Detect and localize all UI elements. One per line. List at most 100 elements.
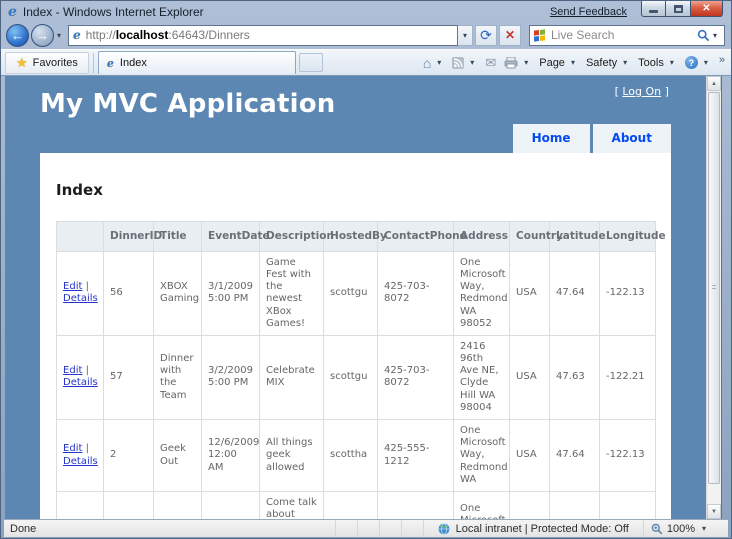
maximize-button[interactable]	[666, 1, 691, 17]
scroll-down-button[interactable]: ▼	[707, 504, 721, 519]
contact-phone-cell: 425-703-8072	[377, 334, 455, 421]
contact-phone-cell: 425-703-8072	[377, 250, 455, 336]
search-icon[interactable]	[697, 29, 710, 42]
send-feedback-link[interactable]: Send Feedback	[550, 6, 627, 18]
search-input[interactable]: Live Search ▾	[529, 24, 725, 46]
tab-index[interactable]: e Index	[97, 51, 296, 74]
edit-link[interactable]: Edit	[63, 443, 82, 454]
url-text: http://localhost:64643/Dinners	[85, 28, 250, 42]
column-header: ContactPhone	[377, 221, 467, 252]
country-cell: USA	[509, 250, 551, 336]
scrollbar-track[interactable]	[707, 91, 721, 504]
title-cell: Geek Out	[153, 419, 203, 492]
page-header: [ Log On ] My MVC Application Home About	[40, 76, 671, 153]
address-dropdown-button[interactable]: ▾	[458, 24, 473, 46]
history-dropdown-icon[interactable]: ▾	[57, 31, 61, 40]
log-on-link[interactable]: Log On	[622, 85, 661, 98]
live-search-logo-icon	[534, 28, 545, 42]
column-header: Title	[153, 221, 203, 252]
divider	[92, 52, 94, 73]
zoom-dropdown-icon[interactable]: ▾	[702, 524, 706, 533]
table-header-row: DinnerID Title EventDate Description Hos…	[56, 221, 666, 252]
read-mail-button[interactable]: ✉	[483, 54, 498, 71]
details-link[interactable]: Details	[63, 293, 98, 304]
feeds-button[interactable]: ▾	[450, 55, 479, 71]
tab-title: Index	[119, 57, 147, 69]
scroll-up-button[interactable]: ▲	[707, 76, 721, 91]
address-bar[interactable]: e http://localhost:64643/Dinners	[68, 24, 458, 46]
chevron-down-icon: ▾	[669, 58, 674, 67]
latitude-cell: 47.64	[549, 490, 601, 519]
page-menu-button[interactable]: Page ▾	[537, 55, 580, 71]
home-button[interactable]: ⌂ ▾	[421, 54, 446, 72]
table-row: Edit | Details 56 XBOX Gaming 3/1/2009 5…	[56, 250, 657, 336]
details-link[interactable]: Details	[63, 456, 98, 467]
chevron-down-icon: ▾	[524, 58, 529, 67]
minimize-button[interactable]	[641, 1, 666, 17]
toolbar-overflow-icon[interactable]: »	[719, 54, 725, 66]
url-host: localhost	[115, 28, 169, 42]
site-menu: Home About	[512, 124, 671, 153]
back-button[interactable]: ←	[6, 23, 29, 47]
refresh-icon: ⟳	[480, 27, 492, 43]
country-cell: USA	[509, 419, 551, 492]
column-header: HostedBy	[323, 221, 387, 252]
refresh-button[interactable]: ⟳	[475, 24, 497, 46]
menu-item-about[interactable]: About	[592, 124, 671, 153]
safety-menu-button[interactable]: Safety ▾	[584, 55, 632, 71]
forward-icon: →	[36, 27, 49, 43]
chevron-down-icon: ▾	[570, 58, 575, 67]
latitude-cell: 47.64	[549, 250, 601, 336]
column-header	[56, 221, 105, 252]
dinner-id-cell: 56	[103, 250, 155, 336]
window-title: Index - Windows Internet Explorer	[22, 5, 204, 19]
page-menu-label: Page	[539, 56, 565, 69]
address-cell: One Microsoft Way, Redmond WA	[453, 419, 511, 492]
back-icon: ←	[11, 27, 24, 43]
navigation-bar: ← → ▾ e http://localhost:64643/Dinners ▾…	[1, 23, 731, 49]
actions-cell: Edit | Details	[56, 334, 105, 421]
details-link[interactable]: Details	[63, 377, 98, 388]
address-cell: One Microsoft Way, Redmond WA	[453, 490, 511, 519]
dinner-id-cell: 1	[103, 490, 155, 519]
ie-logo-icon[interactable]: e	[8, 5, 17, 19]
scrollbar-grip-icon	[712, 285, 716, 292]
stop-button[interactable]: ✕	[499, 24, 521, 46]
favorites-label: Favorites	[32, 56, 78, 69]
close-button[interactable]: ✕	[691, 1, 723, 17]
help-icon: ?	[684, 56, 698, 69]
status-segment	[400, 520, 423, 537]
vertical-scrollbar[interactable]: ▲ ▼	[706, 76, 721, 519]
address-cell: 2416 96th Ave NE, Clyde Hill WA 98004	[453, 334, 511, 421]
help-menu-button[interactable]: ? ▾	[683, 54, 713, 71]
event-date-cell: 12/6/2009 12:00 AM	[201, 419, 261, 492]
column-header: Latitude	[549, 221, 606, 252]
favorites-button[interactable]: ★ Favorites	[5, 51, 89, 74]
menu-item-home[interactable]: Home	[512, 124, 590, 153]
rss-feed-icon	[452, 56, 465, 69]
print-button[interactable]: ▾	[502, 55, 533, 71]
logon-area: [ Log On ]	[614, 85, 669, 98]
security-zone[interactable]: Local intranet | Protected Mode: Off	[422, 520, 643, 537]
favicon-icon: e	[73, 28, 81, 42]
globe-icon	[438, 522, 449, 535]
zone-text: Local intranet | Protected Mode: Off	[455, 522, 629, 535]
new-tab-button[interactable]	[298, 53, 323, 72]
zoom-control[interactable]: 100% ▾	[642, 520, 716, 537]
command-bar: ⌂ ▾ ▾ ✉ ▾ Page ▾ Safety ▾ Tools ▾ ? ▾ »	[421, 54, 727, 72]
page-title: Index	[56, 181, 103, 199]
tools-menu-button[interactable]: Tools ▾	[636, 55, 679, 71]
forward-button[interactable]: →	[31, 23, 54, 47]
column-header: Address	[453, 221, 511, 252]
edit-link[interactable]: Edit	[63, 281, 82, 292]
scrollbar-thumb[interactable]	[708, 92, 720, 485]
resize-grip[interactable]	[716, 520, 728, 537]
search-dropdown-icon[interactable]: ▾	[713, 31, 717, 40]
hosted-by-cell: scottgu	[323, 334, 379, 421]
contact-phone-cell: 425-985-3648	[377, 490, 455, 519]
edit-link[interactable]: Edit	[63, 365, 82, 376]
column-header: Country	[509, 221, 563, 252]
description-cell: All things geek allowed	[259, 419, 325, 492]
home-icon: ⌂	[422, 54, 432, 71]
event-date-cell: 3/2/2009 5:00 PM	[201, 334, 261, 421]
